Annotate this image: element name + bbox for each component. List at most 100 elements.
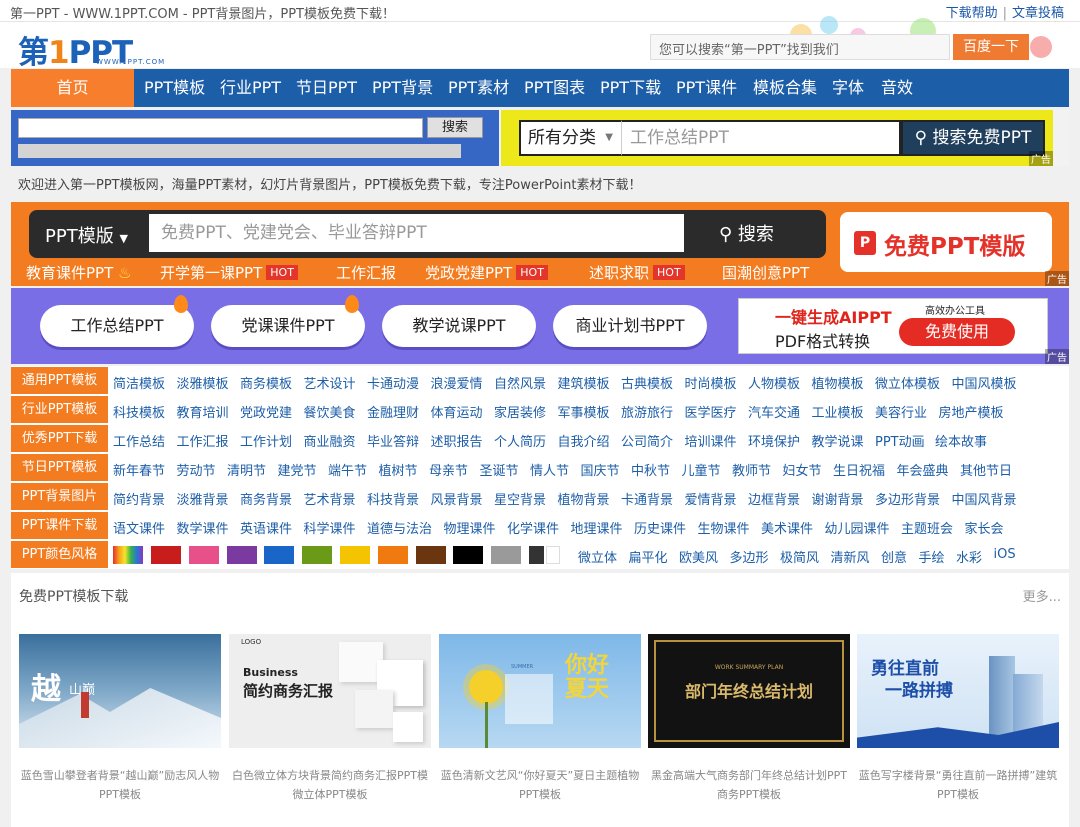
- category-link[interactable]: 国庆节: [581, 460, 620, 479]
- template-card[interactable]: 勇往直前 一路拼搏 蓝色写字楼背景“勇往直前一路拼搏”建筑PPT模板: [857, 616, 1059, 816]
- category-link[interactable]: 植物背景: [558, 489, 610, 508]
- category-link[interactable]: 公司简介: [621, 431, 673, 450]
- category-link[interactable]: 教学说课: [812, 431, 864, 450]
- category-link[interactable]: 边框背景: [748, 489, 800, 508]
- category-link[interactable]: 微立体: [578, 547, 617, 566]
- site-search-button[interactable]: 搜索: [427, 117, 483, 138]
- category-link[interactable]: 汽车交通: [748, 402, 800, 421]
- category-label[interactable]: 行业PPT模板: [11, 396, 108, 423]
- promo-link[interactable]: 党政党建PPT HOT: [425, 262, 548, 283]
- category-link[interactable]: 时尚模板: [685, 373, 737, 392]
- category-link[interactable]: 儿童节: [682, 460, 721, 479]
- category-link[interactable]: 历史课件: [634, 518, 686, 537]
- category-link[interactable]: 建党节: [278, 460, 317, 479]
- category-link[interactable]: 数学课件: [177, 518, 229, 537]
- category-link[interactable]: 商业融资: [304, 431, 356, 450]
- promo-link[interactable]: 国潮创意PPT: [722, 262, 809, 283]
- category-link[interactable]: PPT动画: [875, 431, 925, 450]
- ai-ppt-ad[interactable]: 一键生成AIPPT PDF格式转换 高效办公工具 免费使用: [738, 298, 1048, 354]
- nav-item-material[interactable]: PPT素材: [448, 69, 509, 107]
- category-link[interactable]: 教育培训: [177, 402, 229, 421]
- category-label[interactable]: 优秀PPT下载: [11, 425, 108, 452]
- category-link[interactable]: 个人简历: [494, 431, 546, 450]
- category-link[interactable]: 化学课件: [507, 518, 559, 537]
- category-link[interactable]: 妇女节: [783, 460, 822, 479]
- search-free-ppt-button[interactable]: ⚲ 搜索免费PPT: [901, 120, 1045, 156]
- color-swatch[interactable]: [529, 546, 544, 564]
- site-search-input[interactable]: [18, 118, 423, 138]
- category-link[interactable]: 艺术背景: [304, 489, 356, 508]
- category-link[interactable]: 植树节: [379, 460, 418, 479]
- nav-item-collection[interactable]: 模板合集: [753, 69, 817, 107]
- category-link[interactable]: 自我介绍: [558, 431, 610, 450]
- category-link[interactable]: 幼儿园课件: [825, 518, 890, 537]
- template-caption[interactable]: 蓝色清新文艺风“你好夏天”夏日主题植物PPT模板: [439, 766, 641, 804]
- category-label[interactable]: 通用PPT模板: [11, 367, 108, 394]
- category-link[interactable]: 医学医疗: [685, 402, 737, 421]
- category-link[interactable]: 环境保护: [748, 431, 800, 450]
- template-caption[interactable]: 黑金高端大气商务部门年终总结计划PPT商务PPT模板: [648, 766, 850, 804]
- category-link[interactable]: 中国风背景: [952, 489, 1017, 508]
- category-link[interactable]: 语文课件: [113, 518, 165, 537]
- category-link[interactable]: 卡通动漫: [367, 373, 419, 392]
- promo-search-button[interactable]: ⚲ 搜索: [719, 220, 774, 246]
- template-card[interactable]: 越 山巅 蓝色雪山攀登者背景“越山巅”励志风人物PPT模板: [19, 616, 221, 816]
- category-link[interactable]: 生物课件: [698, 518, 750, 537]
- category-link[interactable]: iOS: [994, 547, 1016, 562]
- color-swatch[interactable]: [491, 546, 522, 564]
- color-swatch[interactable]: [453, 546, 484, 564]
- category-link[interactable]: 家长会: [965, 518, 1004, 537]
- category-link[interactable]: 地理课件: [571, 518, 623, 537]
- category-link[interactable]: 毕业答辩: [367, 431, 419, 450]
- category-link[interactable]: 体育运动: [431, 402, 483, 421]
- category-link[interactable]: 年会盛典: [897, 460, 949, 479]
- template-thumbnail[interactable]: 你好夏天 SUMMER: [439, 634, 641, 748]
- category-link[interactable]: 教师节: [732, 460, 771, 479]
- category-link[interactable]: 工作计划: [240, 431, 292, 450]
- free-ppt-template-button[interactable]: P 免费PPT模版: [840, 212, 1052, 272]
- color-swatch[interactable]: [151, 546, 181, 564]
- color-swatch[interactable]: [377, 546, 408, 564]
- promo-link[interactable]: 教育课件PPT ♨: [26, 262, 131, 283]
- category-link[interactable]: 淡雅背景: [177, 489, 229, 508]
- category-link[interactable]: 手绘: [919, 547, 945, 566]
- category-label[interactable]: PPT课件下载: [11, 512, 108, 539]
- help-link[interactable]: 下载帮助: [946, 6, 998, 21]
- category-link[interactable]: 端午节: [328, 460, 367, 479]
- template-card[interactable]: WORK SUMMARY PLAN 部门年终总结计划 黑金高端大气商务部门年终总…: [648, 616, 850, 816]
- category-link[interactable]: 中国风模板: [952, 373, 1017, 392]
- category-link[interactable]: 绘本故事: [935, 431, 987, 450]
- category-link[interactable]: 自然风景: [494, 373, 546, 392]
- category-link[interactable]: 生日祝福: [833, 460, 885, 479]
- category-link[interactable]: 水彩: [956, 547, 982, 566]
- category-link[interactable]: 科学课件: [304, 518, 356, 537]
- category-link[interactable]: 简约背景: [113, 489, 165, 508]
- category-link[interactable]: 星空背景: [494, 489, 546, 508]
- nav-item-courseware[interactable]: PPT课件: [676, 69, 737, 107]
- category-link[interactable]: 家居装修: [494, 402, 546, 421]
- promo-link[interactable]: 开学第一课PPT HOT: [160, 262, 298, 283]
- template-caption[interactable]: 蓝色写字楼背景“勇往直前一路拼搏”建筑PPT模板: [857, 766, 1059, 804]
- template-thumbnail[interactable]: WORK SUMMARY PLAN 部门年终总结计划: [648, 634, 850, 748]
- color-swatch[interactable]: [340, 546, 370, 564]
- category-link[interactable]: 美术课件: [761, 518, 813, 537]
- category-link[interactable]: 物理课件: [444, 518, 496, 537]
- category-link[interactable]: 爱情背景: [685, 489, 737, 508]
- category-link[interactable]: 道德与法治: [367, 518, 432, 537]
- category-label[interactable]: 节日PPT模板: [11, 454, 108, 481]
- category-link[interactable]: 建筑模板: [558, 373, 610, 392]
- template-caption[interactable]: 蓝色雪山攀登者背景“越山巅”励志风人物PPT模板: [19, 766, 221, 804]
- category-link[interactable]: 创意: [881, 547, 907, 566]
- color-swatch-rainbow[interactable]: [113, 546, 143, 564]
- category-link[interactable]: 军事模板: [558, 402, 610, 421]
- color-swatch[interactable]: [188, 546, 219, 564]
- nav-item-industry[interactable]: 行业PPT: [220, 69, 281, 107]
- color-swatch[interactable]: [264, 546, 295, 564]
- category-select[interactable]: 所有分类 ▼: [519, 120, 622, 156]
- quick-pill[interactable]: 党课课件PPT: [211, 295, 365, 347]
- category-label[interactable]: PPT背景图片: [11, 483, 108, 510]
- template-caption[interactable]: 白色微立体方块背景简约商务汇报PPT模微立体PPT模板: [229, 766, 431, 804]
- color-swatch[interactable]: [302, 546, 333, 564]
- nav-item-holiday[interactable]: 节日PPT: [296, 69, 357, 107]
- category-link[interactable]: 植物模板: [812, 373, 864, 392]
